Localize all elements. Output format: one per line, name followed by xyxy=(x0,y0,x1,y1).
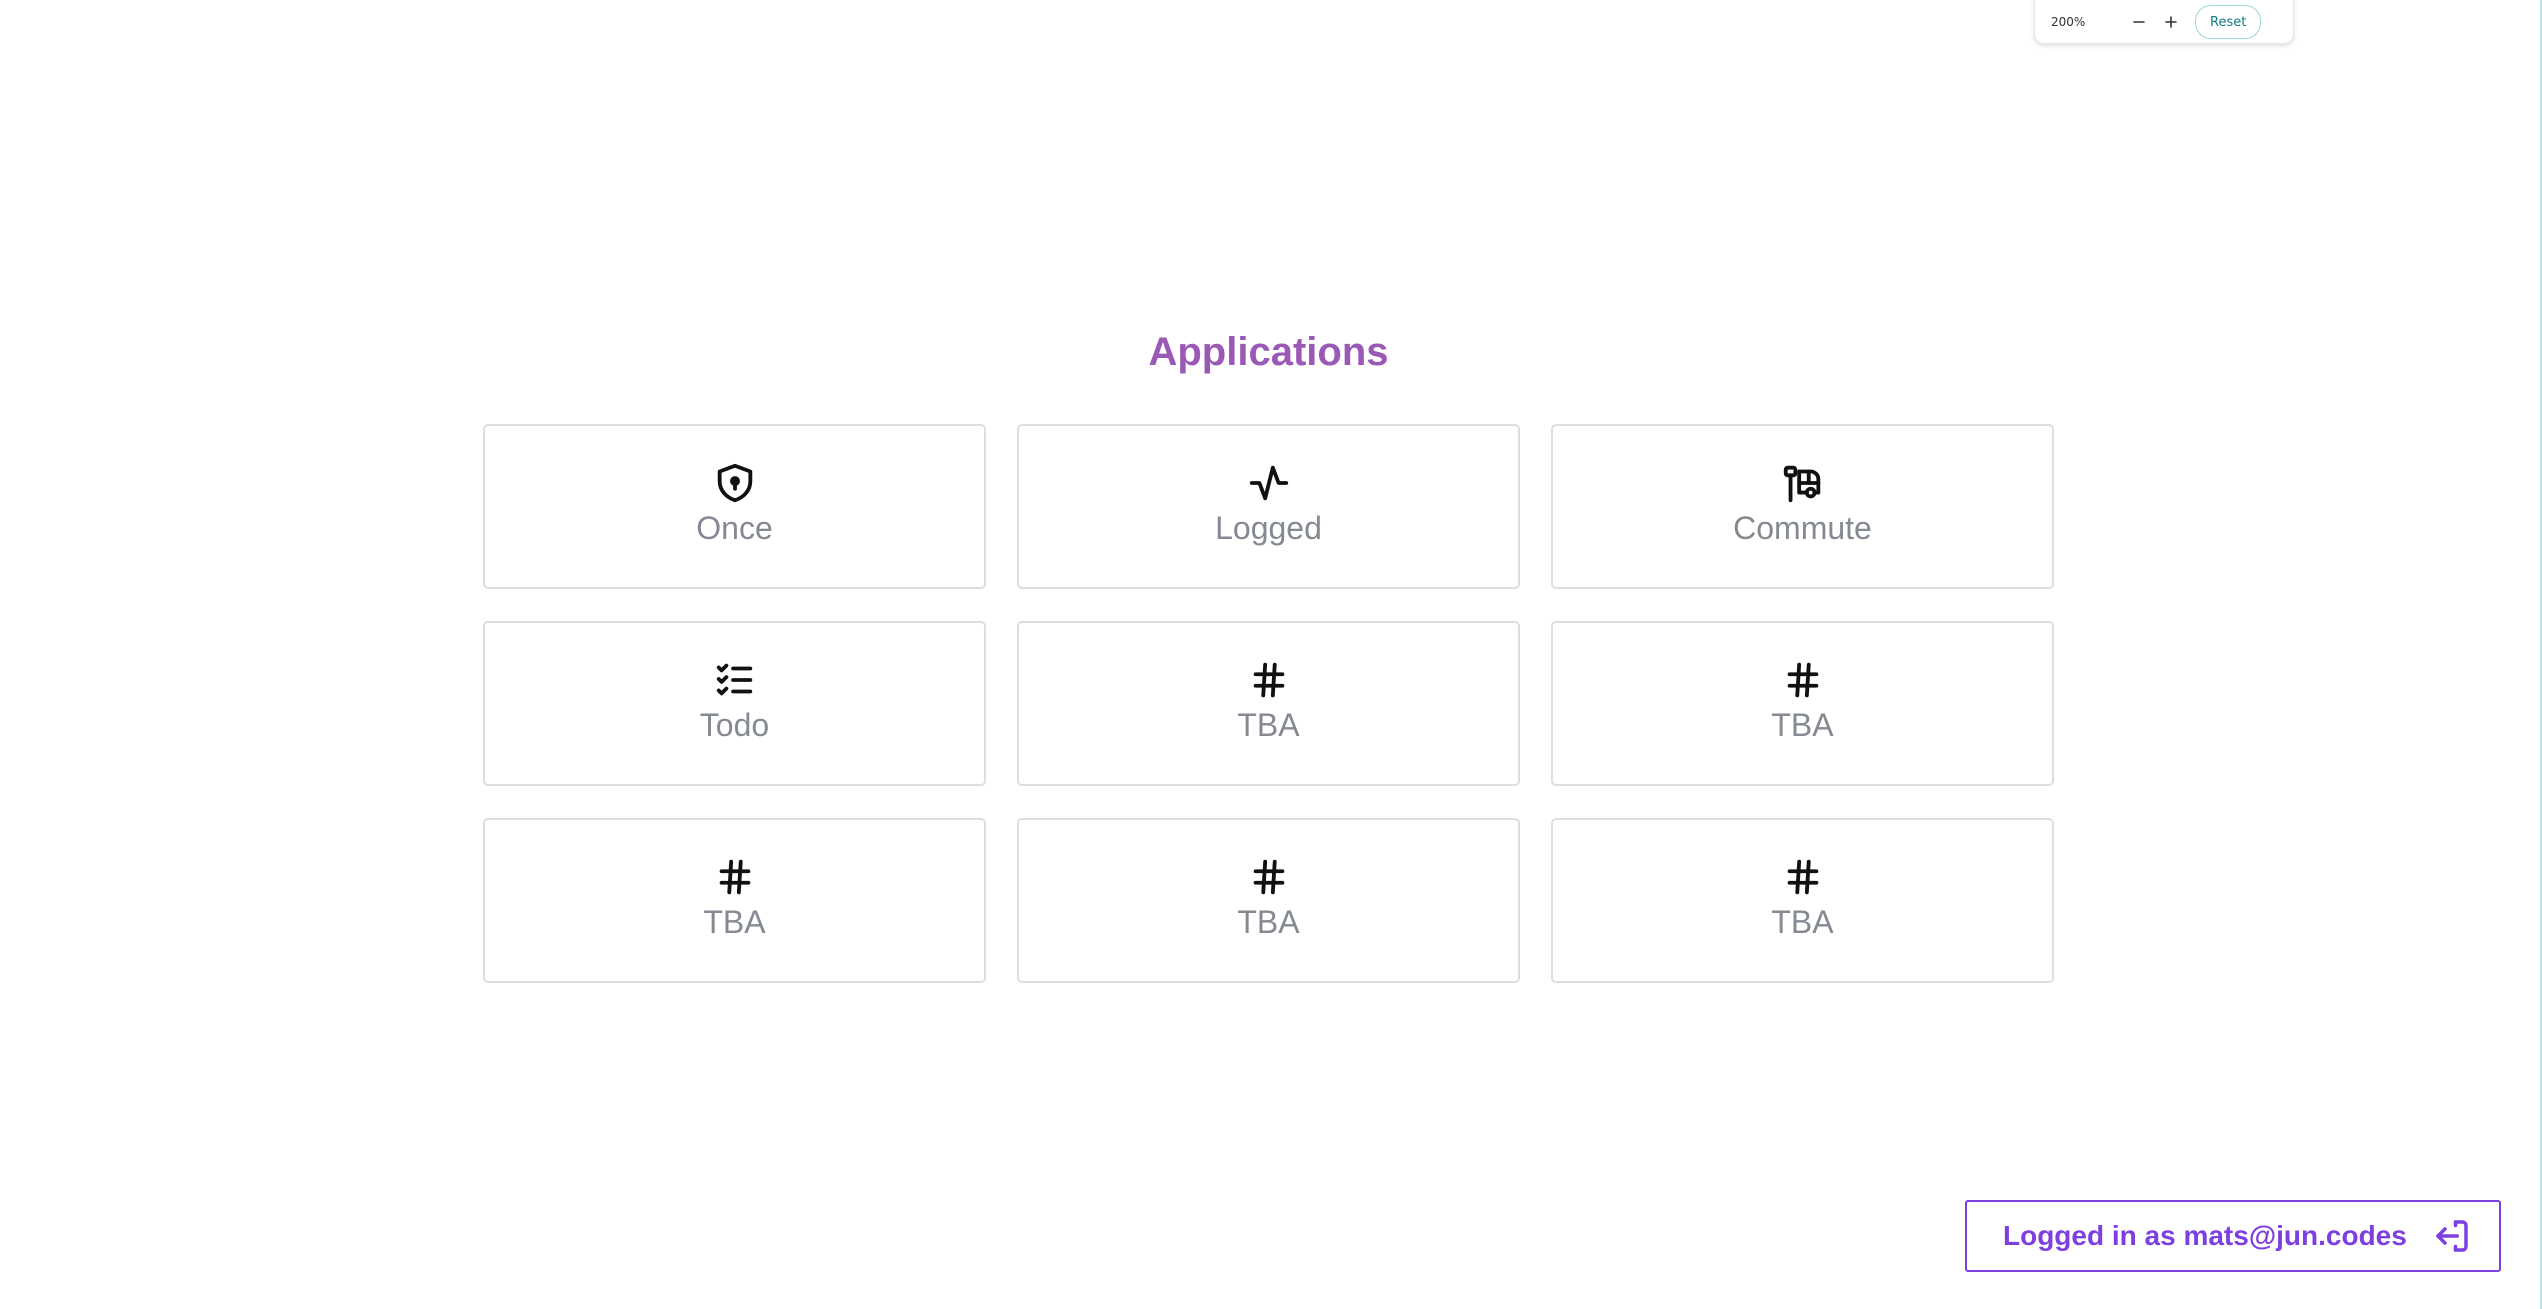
activity-icon xyxy=(1246,460,1292,506)
app-card-tba-3[interactable]: TBA xyxy=(483,818,986,983)
app-card-logged[interactable]: Logged xyxy=(1017,424,1520,589)
app-card-once[interactable]: Once xyxy=(483,424,986,589)
app-label: TBA xyxy=(1237,707,1300,743)
logout-icon xyxy=(2431,1215,2473,1257)
hash-icon xyxy=(1780,657,1826,703)
app-card-tba-2[interactable]: TBA xyxy=(1551,621,2054,786)
bus-stop-icon xyxy=(1780,460,1826,506)
hash-icon xyxy=(1246,854,1292,900)
minus-icon xyxy=(2133,21,2145,23)
hash-icon xyxy=(1246,657,1292,703)
zoom-out-button[interactable] xyxy=(2125,8,2153,36)
app-card-tba-1[interactable]: TBA xyxy=(1017,621,1520,786)
zoom-in-button[interactable] xyxy=(2157,8,2185,36)
app-card-tba-4[interactable]: TBA xyxy=(1017,818,1520,983)
zoom-controls: 200% Reset xyxy=(2034,0,2294,44)
app-label: Logged xyxy=(1215,510,1322,546)
app-label: TBA xyxy=(703,904,766,940)
app-label: TBA xyxy=(1771,707,1834,743)
app-card-todo[interactable]: Todo xyxy=(483,621,986,786)
plus-icon xyxy=(2165,16,2177,28)
zoom-reset-button[interactable]: Reset xyxy=(2195,5,2262,39)
app-label: Once xyxy=(696,510,773,546)
app-card-commute[interactable]: Commute xyxy=(1551,424,2054,589)
zoom-level: 200% xyxy=(2051,15,2086,29)
list-check-icon xyxy=(712,657,758,703)
app-label: Commute xyxy=(1733,510,1872,546)
app-label: Todo xyxy=(699,707,770,743)
hash-icon xyxy=(1780,854,1826,900)
page-title: Applications xyxy=(1148,330,1389,374)
logged-in-label: Logged in as mats@jun.codes xyxy=(2003,1220,2407,1251)
shield-lock-icon xyxy=(712,460,758,506)
app-label: TBA xyxy=(1237,904,1300,940)
applications-grid: Once Logged Commute Todo TBA TBA TBA TBA… xyxy=(483,424,2054,983)
app-card-tba-5[interactable]: TBA xyxy=(1551,818,2054,983)
logged-in-button[interactable]: Logged in as mats@jun.codes xyxy=(1965,1200,2501,1272)
hash-icon xyxy=(712,854,758,900)
app-label: TBA xyxy=(1771,904,1834,940)
